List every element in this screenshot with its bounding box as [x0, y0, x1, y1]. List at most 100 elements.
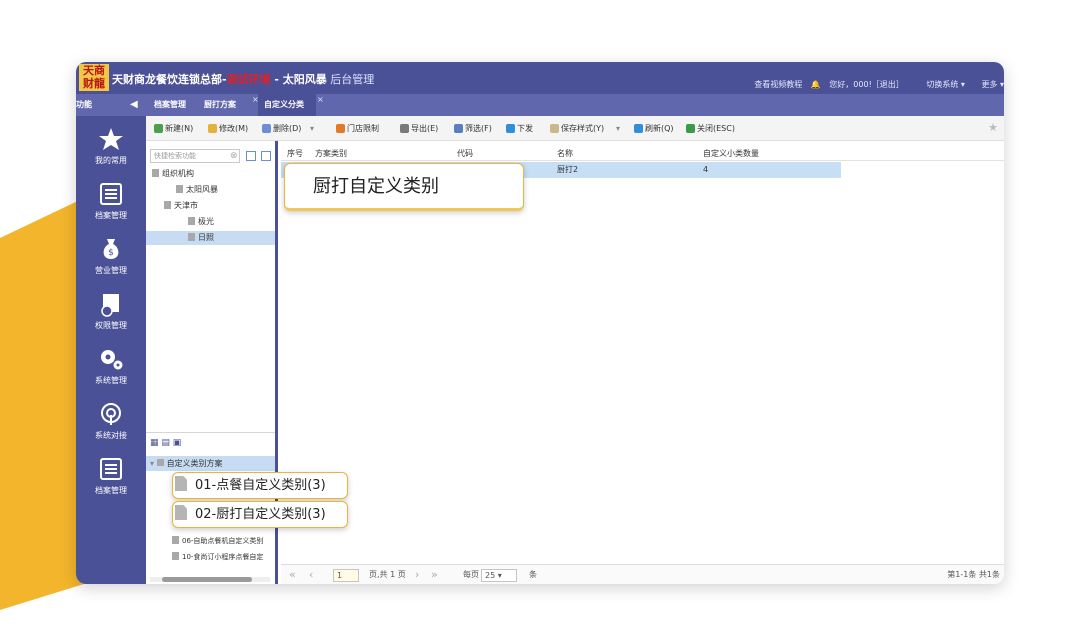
edit-button[interactable]: 修改(M): [208, 122, 248, 135]
issue-button[interactable]: 下发: [506, 122, 533, 135]
tree-label: 太阳风暴: [186, 185, 218, 194]
tree-node-branch-1[interactable]: 极光: [188, 215, 214, 229]
close-tab-icon[interactable]: ×: [317, 95, 324, 104]
file-icon: [175, 505, 187, 520]
col-header-category[interactable]: 方案类别: [315, 147, 347, 161]
tab-kitchen-print[interactable]: 厨打方案: [204, 94, 236, 116]
panel-tool-icons[interactable]: ▦ ▤ ▣: [150, 438, 181, 448]
export-icon: [400, 124, 409, 133]
file-icon: [172, 536, 179, 544]
tree-node-branch-2[interactable]: 日照: [188, 231, 214, 245]
page-number-input[interactable]: 1: [333, 569, 359, 582]
user-greeting[interactable]: 您好，000!［退出］: [829, 80, 903, 89]
page-count-text: 页,共 1 页: [369, 570, 406, 579]
edit-label: 修改(M): [219, 124, 249, 133]
new-label: 新建(N): [165, 124, 194, 133]
save-style-label: 保存样式(Y): [561, 124, 605, 133]
document-icon: [100, 458, 122, 480]
title-main: 天财商龙餐饮连锁总部-: [112, 73, 227, 86]
favorite-star-icon[interactable]: ★: [988, 121, 998, 134]
sidebar-item-permission[interactable]: 权限管理: [76, 291, 146, 331]
collapse-icon[interactable]: ◀: [130, 94, 138, 116]
col-header-code[interactable]: 代码: [457, 147, 473, 161]
tab-archive[interactable]: 档案管理: [154, 94, 186, 116]
delete-button[interactable]: 删除(D): [262, 122, 301, 135]
sidebar-item-system[interactable]: 系统管理: [76, 346, 146, 386]
refresh-button[interactable]: 刷新(Q): [634, 122, 674, 135]
tree-node-store[interactable]: 太阳风暴: [176, 183, 218, 197]
sidebar-item-archive-2[interactable]: 档案管理: [76, 456, 146, 496]
scrollbar-thumb[interactable]: [162, 577, 252, 582]
sidebar-label: 档案管理: [95, 486, 127, 495]
export-label: 导出(E): [411, 124, 439, 133]
tab-bar: 功能 ◀ 档案管理 厨打方案 × 自定义分类 ×: [76, 94, 1004, 116]
folder-icon: [156, 459, 164, 466]
prev-page-icon[interactable]: ‹: [309, 565, 313, 584]
file-icon: [188, 217, 195, 225]
file-icon: [176, 185, 183, 193]
sidebar-item-archive[interactable]: 档案管理: [76, 181, 146, 221]
store-limit-button[interactable]: 门店限制: [336, 122, 379, 135]
file-icon: [172, 552, 179, 560]
clear-search-icon[interactable]: ⊗: [230, 151, 238, 161]
tree-label: 天津市: [174, 201, 198, 210]
first-page-icon[interactable]: «: [289, 565, 296, 584]
tree-node-org[interactable]: 组织机构: [152, 167, 194, 181]
record-summary: 第1-1条 共1条: [947, 570, 1000, 579]
callout-scheme-2: 02-厨打自定义类别(3): [172, 501, 348, 528]
per-page-unit: 条: [529, 570, 537, 579]
sidebar-item-favorites[interactable]: 我的常用: [76, 126, 146, 166]
col-header-name[interactable]: 名称: [557, 147, 573, 161]
more-menu[interactable]: 更多 ▾: [981, 80, 1004, 89]
search-input[interactable]: 快捷检索功能: [150, 149, 240, 163]
export-button[interactable]: 导出(E): [400, 122, 438, 135]
tree-label: 日照: [198, 233, 214, 242]
callout-kitchen-category: 厨打自定义类别: [284, 163, 524, 211]
folder-icon: [152, 169, 159, 177]
col-header-count[interactable]: 自定义小类数量: [703, 147, 759, 161]
brand-logo: 天商 财龍: [79, 64, 109, 91]
per-page-select[interactable]: 25 ▾: [481, 569, 517, 582]
close-button[interactable]: 关闭(ESC): [686, 122, 735, 135]
horizontal-scrollbar[interactable]: [150, 577, 270, 582]
tab-custom-category[interactable]: 自定义分类: [258, 94, 316, 116]
last-page-icon[interactable]: »: [431, 565, 438, 584]
video-tutorial-link[interactable]: 查看视频教程: [754, 80, 802, 89]
sidebar-item-integration[interactable]: 系统对接: [76, 401, 146, 441]
expand-all-icon[interactable]: [246, 151, 256, 161]
yellow-stripe: [0, 198, 84, 610]
scheme-root-label: 自定义类别方案: [166, 459, 223, 468]
next-page-icon[interactable]: ›: [415, 565, 419, 584]
sidebar-item-business[interactable]: $ 营业管理: [76, 236, 146, 276]
new-button[interactable]: 新建(N): [154, 122, 193, 135]
sidebar-label: 权限管理: [95, 321, 127, 330]
document-icon: [100, 183, 122, 205]
app-title: 天财商龙餐饮连锁总部-测试环境 - 太阳风暴 后台管理: [112, 71, 374, 87]
bell-icon[interactable]: 🔔: [811, 80, 821, 89]
pagination-bar: « ‹ 1 页,共 1 页 › » 每页 25 ▾ 条 第1-1条 共1条: [281, 564, 1004, 584]
per-page-label: 每页: [463, 570, 479, 579]
money-bag-icon: $: [103, 239, 119, 259]
scheme-item[interactable]: 06-自助点餐机自定义类别: [172, 535, 263, 547]
save-style-icon: [550, 124, 559, 133]
filter-button[interactable]: 筛选(F): [454, 122, 492, 135]
file-icon: [175, 476, 187, 491]
col-header-seq[interactable]: 序号: [287, 147, 303, 161]
switch-system-menu[interactable]: 切换系统 ▾: [926, 80, 965, 89]
exit-icon: [686, 124, 695, 133]
download-arrow-icon: [506, 124, 515, 133]
title-env: 测试环境: [226, 73, 271, 86]
tree-node-city[interactable]: 天津市: [164, 199, 198, 213]
scheme-tree-root[interactable]: ▾ 自定义类别方案: [146, 456, 275, 471]
refresh-label: 刷新(Q): [645, 124, 674, 133]
collapse-all-icon[interactable]: [261, 151, 271, 161]
save-style-button[interactable]: 保存样式(Y): [550, 122, 604, 135]
logo-text-2: 财龍: [83, 77, 105, 90]
save-style-dropdown-icon[interactable]: ▾: [616, 122, 620, 135]
scheme-item[interactable]: 10-食尚订小程序点餐自定: [172, 551, 263, 563]
star-icon: [99, 128, 123, 150]
delete-dropdown-icon[interactable]: ▾: [310, 122, 314, 135]
app-window: 天商 财龍 天财商龙餐饮连锁总部-测试环境 - 太阳风暴 后台管理 查看视频教程…: [76, 62, 1004, 584]
gear-icon: [101, 350, 123, 370]
broadcast-icon: [101, 403, 121, 425]
